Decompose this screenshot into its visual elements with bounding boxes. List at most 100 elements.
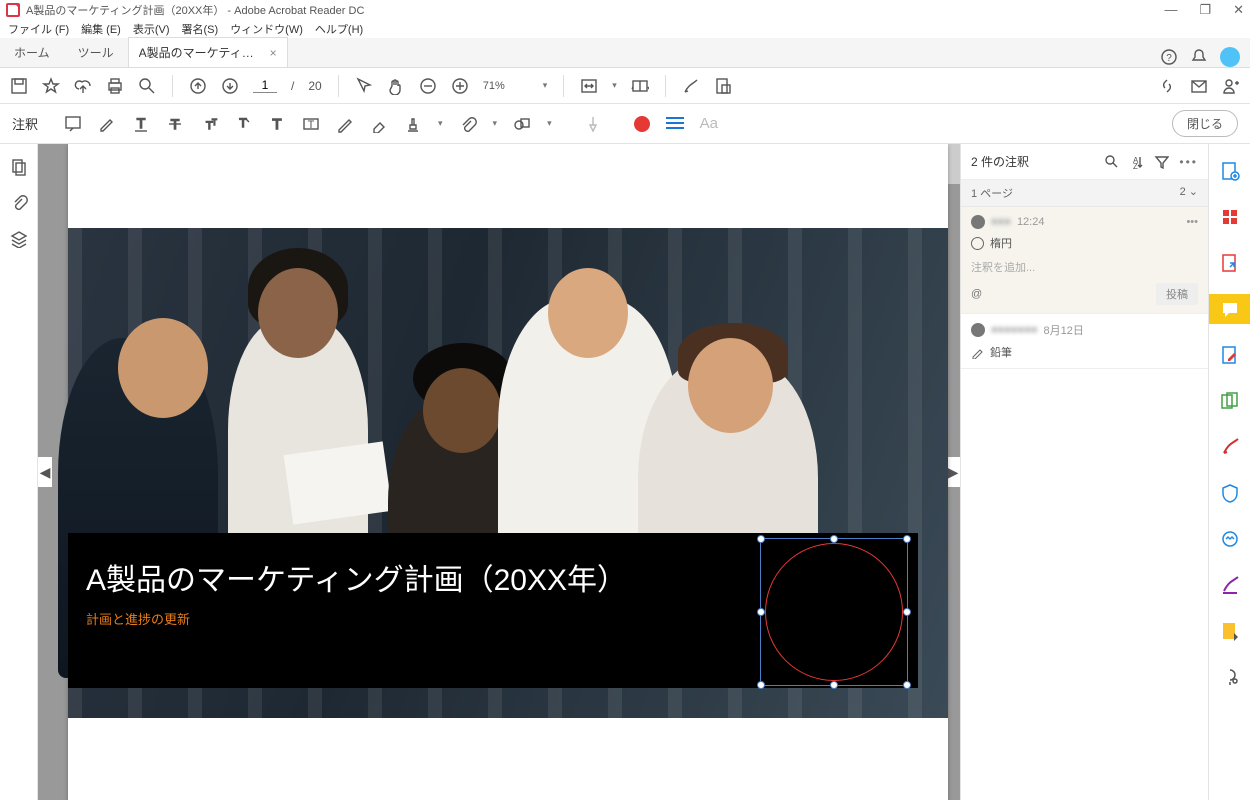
zoom-out-icon[interactable]	[419, 77, 437, 95]
tab-tools[interactable]: ツール	[64, 38, 128, 67]
comments-header: 2 件の注釈	[971, 153, 1094, 170]
close-panel-button[interactable]: 閉じる	[1172, 110, 1238, 137]
filter-icon[interactable]	[1154, 154, 1169, 169]
oval-annotation-selected[interactable]	[760, 538, 908, 686]
menu-file[interactable]: ファイル (F)	[8, 21, 69, 37]
page-number-input[interactable]	[253, 78, 277, 93]
zoom-dropdown-icon[interactable]: ▾	[543, 80, 548, 91]
upload-cloud-icon[interactable]	[74, 77, 92, 95]
stamp-dropdown-icon[interactable]: ▾	[438, 118, 443, 129]
eraser-icon[interactable]	[370, 115, 388, 133]
sign-pen-icon[interactable]	[682, 77, 700, 95]
svg-text:T: T	[212, 118, 217, 127]
menu-view[interactable]: 表示(V)	[133, 21, 170, 37]
font-label[interactable]: Aa	[700, 115, 718, 132]
next-page-arrow[interactable]: ▶	[946, 457, 960, 487]
search-icon[interactable]	[138, 77, 156, 95]
pencil-icon[interactable]	[336, 115, 354, 133]
shapes-dropdown-icon[interactable]: ▾	[547, 118, 552, 129]
menu-help[interactable]: ヘルプ(H)	[315, 21, 363, 37]
fit-width-icon[interactable]	[580, 77, 598, 95]
comments-page-label: 1 ページ	[971, 185, 1013, 201]
stamp-document-icon[interactable]	[714, 77, 732, 95]
next-page-icon[interactable]	[221, 77, 239, 95]
print-icon[interactable]	[106, 77, 124, 95]
more-icon[interactable]: •••	[1179, 155, 1198, 169]
mention-button[interactable]: @	[971, 288, 982, 300]
close-window-button[interactable]: ✕	[1233, 2, 1244, 18]
separator	[338, 75, 339, 97]
tab-close-icon[interactable]: ×	[270, 46, 277, 60]
tool-organize[interactable]	[1209, 202, 1250, 232]
highlight-icon[interactable]	[98, 115, 116, 133]
underline-text-icon[interactable]: T	[132, 115, 150, 133]
save-icon[interactable]	[10, 77, 28, 95]
tab-document[interactable]: A製品のマーケティング... ×	[128, 37, 288, 67]
attachments-icon[interactable]	[10, 194, 28, 212]
tool-combine[interactable]	[1209, 386, 1250, 416]
pin-icon[interactable]	[584, 115, 602, 133]
pencil-icon	[971, 346, 984, 359]
page-sep: /	[291, 79, 294, 93]
tool-protect[interactable]	[1209, 478, 1250, 508]
maximize-button[interactable]: ❐	[1199, 2, 1211, 18]
tab-bar: ホーム ツール A製品のマーケティング... × ?	[0, 38, 1250, 68]
line-thickness-icon[interactable]	[666, 117, 684, 131]
sticky-note-icon[interactable]	[64, 115, 82, 133]
hand-icon[interactable]	[387, 77, 405, 95]
comment-more-icon[interactable]: •••	[1186, 216, 1198, 228]
menu-edit[interactable]: 編集 (E)	[81, 21, 121, 37]
tab-home[interactable]: ホーム	[0, 38, 64, 67]
mail-icon[interactable]	[1190, 77, 1208, 95]
replace-text-icon[interactable]: TT	[200, 115, 218, 133]
prev-page-arrow[interactable]: ◀	[38, 457, 52, 487]
star-icon[interactable]	[42, 77, 60, 95]
right-rail	[1208, 144, 1250, 800]
attach-dropdown-icon[interactable]: ▾	[493, 118, 498, 129]
attach-icon[interactable]	[459, 115, 477, 133]
menu-sign[interactable]: 署名(S)	[182, 21, 219, 37]
tool-fill-sign[interactable]	[1209, 570, 1250, 600]
search-comments-icon[interactable]	[1104, 154, 1119, 169]
text-tool-icon[interactable]: T	[268, 115, 286, 133]
zoom-in-icon[interactable]	[451, 77, 469, 95]
tool-edit[interactable]	[1209, 340, 1250, 370]
tool-more[interactable]	[1209, 662, 1250, 692]
strikethrough-icon[interactable]: T	[166, 115, 184, 133]
stamp-icon[interactable]	[404, 115, 422, 133]
tool-create-pdf[interactable]	[1209, 156, 1250, 186]
tool-sign[interactable]	[1209, 432, 1250, 462]
sort-icon[interactable]: AZ	[1129, 154, 1144, 169]
comment-author: ■■■■■■■	[991, 324, 1038, 336]
tool-send[interactable]	[1209, 616, 1250, 646]
prev-page-icon[interactable]	[189, 77, 207, 95]
color-swatch[interactable]	[634, 116, 650, 132]
zoom-level[interactable]: 71%	[483, 80, 529, 92]
link-share-icon[interactable]	[1158, 77, 1176, 95]
comment-item[interactable]: ■■■■■■■ 8月12日 鉛筆	[961, 314, 1208, 369]
fit-dropdown-icon[interactable]: ▾	[612, 80, 617, 91]
oval-icon	[971, 237, 984, 250]
document-viewport[interactable]: ◀ ▶ A製品のマーケティング計画（20XX年） 計画と進捗の更新	[38, 144, 960, 800]
layers-icon[interactable]	[10, 230, 28, 248]
tool-comment[interactable]	[1209, 294, 1250, 324]
tool-stamp[interactable]	[1209, 524, 1250, 554]
thumbnails-icon[interactable]	[10, 158, 28, 176]
comments-page-row[interactable]: 1 ページ 2 ⌄	[961, 180, 1208, 207]
hero-image: A製品のマーケティング計画（20XX年） 計画と進捗の更新	[68, 228, 948, 718]
share-person-icon[interactable]	[1222, 77, 1240, 95]
read-mode-icon[interactable]	[631, 77, 649, 95]
post-button[interactable]: 投稿	[1156, 283, 1198, 305]
help-icon[interactable]: ?	[1160, 48, 1178, 66]
menu-window[interactable]: ウィンドウ(W)	[230, 21, 303, 37]
insert-text-icon[interactable]: T	[234, 115, 252, 133]
pointer-icon[interactable]	[355, 77, 373, 95]
tool-export[interactable]	[1209, 248, 1250, 278]
textbox-icon[interactable]: T	[302, 115, 320, 133]
shapes-icon[interactable]	[513, 115, 531, 133]
minimize-button[interactable]: —	[1164, 2, 1177, 18]
bell-icon[interactable]	[1190, 48, 1208, 66]
comment-item[interactable]: ■■■ 12:24 ••• 楕円 注釈を追加... @ 投稿	[961, 207, 1208, 314]
add-comment-input[interactable]: 注釈を追加...	[971, 259, 1198, 275]
avatar[interactable]	[1220, 47, 1240, 67]
